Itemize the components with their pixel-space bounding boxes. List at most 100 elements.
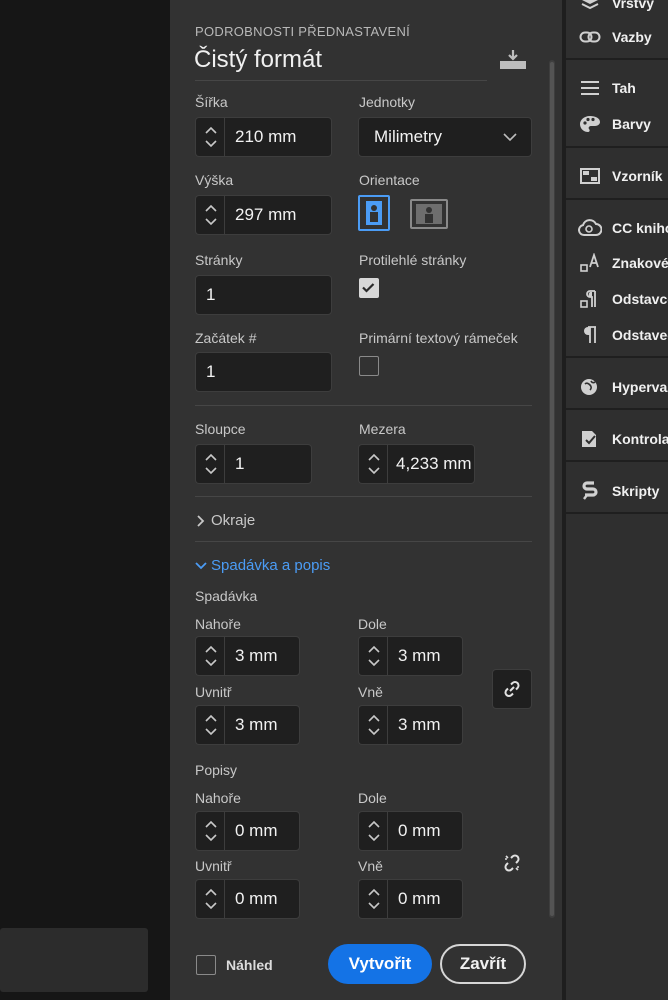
slug-outside-label: Vně bbox=[358, 858, 383, 874]
panel-swatches[interactable]: Vzorník bbox=[578, 161, 663, 191]
height-stepper[interactable] bbox=[195, 195, 225, 235]
preview-checkbox[interactable] bbox=[196, 955, 216, 975]
slug-link-button[interactable] bbox=[498, 851, 526, 875]
stepper-down-icon[interactable] bbox=[367, 727, 380, 736]
stepper-down-icon[interactable] bbox=[367, 658, 380, 667]
gutter-input[interactable]: 4,233 mm bbox=[387, 444, 475, 484]
stepper-down-icon[interactable] bbox=[367, 901, 380, 910]
facing-pages-checkbox[interactable] bbox=[359, 278, 379, 298]
stepper-down-icon[interactable] bbox=[204, 139, 217, 148]
panel-links[interactable]: Vazby bbox=[578, 22, 652, 52]
scrollbar-thumb[interactable] bbox=[550, 62, 554, 916]
panel-color[interactable]: Barvy bbox=[578, 109, 651, 139]
stepper-down-icon[interactable] bbox=[204, 658, 217, 667]
bleed-bottom-input[interactable]: 3 mm bbox=[387, 636, 463, 676]
bleed-top-input[interactable]: 3 mm bbox=[224, 636, 300, 676]
panel-cc-libraries-label: CC knihovny bbox=[612, 220, 668, 236]
stepper-up-icon[interactable] bbox=[204, 645, 217, 654]
units-select-value: Milimetry bbox=[374, 127, 442, 146]
stepper-down-icon[interactable] bbox=[204, 833, 217, 842]
bleed-top-label: Nahoře bbox=[195, 616, 241, 632]
stepper-up-icon[interactable] bbox=[204, 714, 217, 723]
landscape-orientation-button[interactable] bbox=[410, 199, 448, 229]
stepper-up-icon[interactable] bbox=[204, 820, 217, 829]
stepper-up-icon[interactable] bbox=[204, 126, 217, 135]
palette-icon bbox=[578, 114, 602, 134]
unlink-icon bbox=[504, 854, 520, 872]
character-styles-icon bbox=[578, 253, 602, 273]
slug-bottom-input[interactable]: 0 mm bbox=[387, 811, 463, 851]
panel-preflight[interactable]: Kontrola bbox=[578, 424, 668, 454]
start-page-input[interactable]: 1 bbox=[195, 352, 332, 392]
height-input[interactable]: 297 mm bbox=[224, 195, 332, 235]
slug-outside-stepper[interactable] bbox=[358, 879, 388, 919]
landscape-icon bbox=[416, 204, 442, 224]
stepper-up-icon[interactable] bbox=[204, 888, 217, 897]
width-input[interactable]: 210 mm bbox=[224, 117, 332, 157]
bleed-outside-label: Vně bbox=[358, 684, 383, 700]
chevron-down-icon bbox=[195, 561, 207, 569]
stepper-up-icon[interactable] bbox=[367, 888, 380, 897]
stepper-down-icon[interactable] bbox=[204, 217, 217, 226]
stepper-up-icon[interactable] bbox=[204, 204, 217, 213]
paragraph-styles-icon bbox=[578, 289, 602, 309]
pages-input[interactable]: 1 bbox=[195, 275, 332, 315]
stepper-down-icon[interactable] bbox=[204, 727, 217, 736]
portrait-icon bbox=[366, 201, 382, 225]
stepper-up-icon[interactable] bbox=[367, 453, 380, 462]
portrait-orientation-button[interactable] bbox=[358, 195, 390, 231]
slug-top-input[interactable]: 0 mm bbox=[224, 811, 300, 851]
slug-inside-input[interactable]: 0 mm bbox=[224, 879, 300, 919]
panel-scripts[interactable]: Skripty bbox=[578, 476, 659, 506]
slug-bottom-stepper[interactable] bbox=[358, 811, 388, 851]
units-label: Jednotky bbox=[359, 94, 416, 110]
preset-name-title[interactable]: Čistý formát bbox=[194, 46, 322, 74]
bleed-slug-section-toggle[interactable]: Spadávka a popis bbox=[195, 557, 330, 574]
stepper-down-icon[interactable] bbox=[204, 901, 217, 910]
panel-stroke[interactable]: Tah bbox=[578, 73, 636, 103]
paragraph-icon bbox=[578, 325, 602, 345]
bleed-top-stepper[interactable] bbox=[195, 636, 225, 676]
stepper-up-icon[interactable] bbox=[367, 714, 380, 723]
bleed-bottom-stepper[interactable] bbox=[358, 636, 388, 676]
panel-hyperlinks[interactable]: Hypervazby bbox=[578, 372, 668, 402]
units-select[interactable]: Milimetry bbox=[358, 117, 532, 157]
stepper-up-icon[interactable] bbox=[367, 820, 380, 829]
columns-input[interactable]: 1 bbox=[224, 444, 312, 484]
panel-paragraph[interactable]: Odstavec bbox=[578, 320, 668, 350]
preflight-icon bbox=[578, 429, 602, 449]
panel-layers[interactable]: Vrstvy bbox=[578, 0, 654, 18]
slug-inside-label: Uvnitř bbox=[195, 858, 232, 874]
margins-section-toggle[interactable]: Okraje bbox=[195, 512, 255, 529]
bleed-link-button[interactable] bbox=[492, 669, 532, 709]
slug-top-stepper[interactable] bbox=[195, 811, 225, 851]
preview-label: Náhled bbox=[226, 957, 273, 973]
stepper-down-icon[interactable] bbox=[367, 833, 380, 842]
columns-stepper[interactable] bbox=[195, 444, 225, 484]
stepper-up-icon[interactable] bbox=[367, 645, 380, 654]
bleed-outside-stepper[interactable] bbox=[358, 705, 388, 745]
bleed-inside-stepper[interactable] bbox=[195, 705, 225, 745]
panel-paragraph-styles[interactable]: Odstavcové bbox=[578, 284, 668, 314]
save-preset-icon[interactable] bbox=[498, 48, 528, 70]
primary-text-frame-checkbox[interactable] bbox=[359, 356, 379, 376]
stepper-down-icon[interactable] bbox=[204, 466, 217, 475]
bleed-outside-input[interactable]: 3 mm bbox=[387, 705, 463, 745]
section-divider bbox=[195, 541, 532, 542]
panel-character-styles[interactable]: Znakové bbox=[578, 248, 668, 278]
height-label: Výška bbox=[195, 172, 234, 188]
panel-cc-libraries[interactable]: CC knihovny bbox=[578, 213, 668, 243]
slug-inside-stepper[interactable] bbox=[195, 879, 225, 919]
stepper-up-icon[interactable] bbox=[204, 453, 217, 462]
bleed-inside-input[interactable]: 3 mm bbox=[224, 705, 300, 745]
facing-pages-label: Protilehlé stránky bbox=[359, 252, 467, 268]
stepper-down-icon[interactable] bbox=[367, 466, 380, 475]
panel-links-label: Vazby bbox=[612, 29, 652, 45]
title-underline bbox=[195, 80, 487, 81]
create-button[interactable]: Vytvořit bbox=[328, 944, 432, 984]
gutter-stepper[interactable] bbox=[358, 444, 388, 484]
chevron-right-icon bbox=[197, 514, 205, 527]
width-stepper[interactable] bbox=[195, 117, 225, 157]
close-button[interactable]: Zavřít bbox=[440, 944, 526, 984]
slug-outside-input[interactable]: 0 mm bbox=[387, 879, 463, 919]
